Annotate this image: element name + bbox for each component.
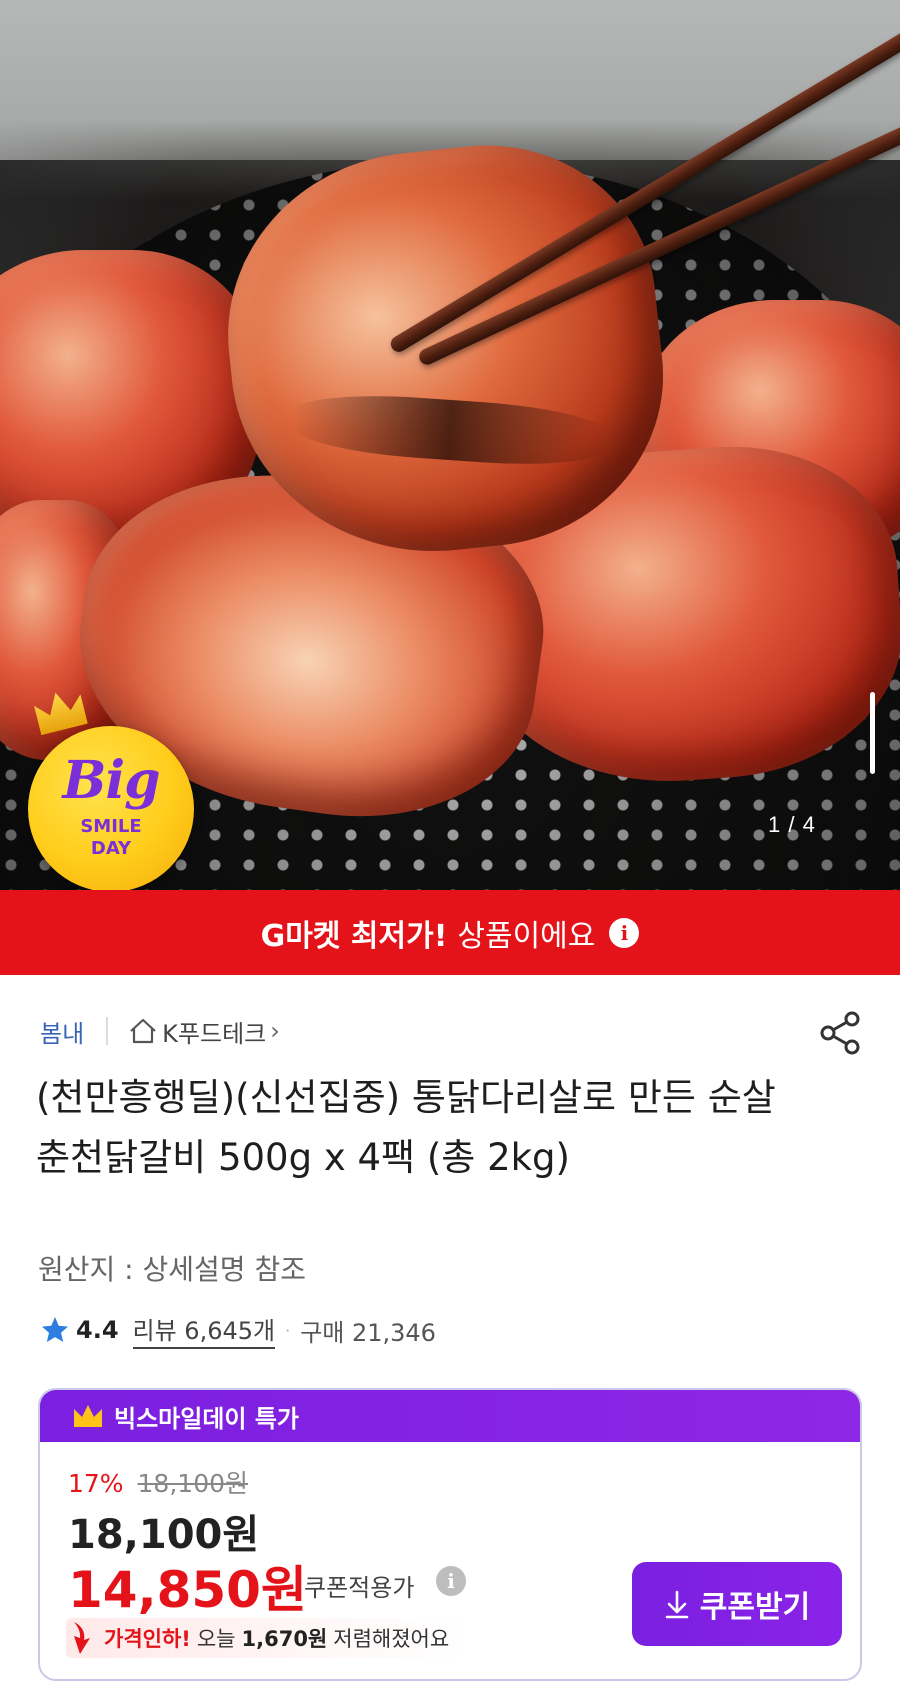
discount-percent: 17% — [68, 1469, 124, 1498]
scroll-indicator — [870, 692, 875, 774]
chevron-right-icon: › — [270, 1017, 280, 1045]
coupon-price-label: 쿠폰적용가 — [304, 1574, 415, 1602]
banner-strong-text: G마켓 최저가! — [260, 918, 448, 954]
original-price: 18,100원 — [137, 1469, 249, 1498]
price-drop-amount: 1,670원 — [241, 1627, 328, 1651]
badge-line1: SMILE — [80, 816, 142, 837]
separator: · — [285, 1320, 291, 1340]
price-card: 빅스마일데이 특가 17% 18,100원 18,100원 14,850원 쿠폰… — [38, 1388, 862, 1681]
badge-sub-text: SMILE DAY — [28, 816, 194, 860]
crown-icon — [74, 1405, 102, 1427]
price-drop-note: 가격인하! 오늘 1,670원 저렴해졌어요 — [66, 1618, 466, 1658]
image-counter: 1 / 4 — [768, 812, 816, 837]
share-icon[interactable] — [818, 1010, 864, 1056]
down-arrow-icon — [74, 1622, 90, 1654]
star-icon — [42, 1317, 68, 1342]
seller-row: 봄내 K푸드테크 › — [40, 1011, 280, 1051]
product-image[interactable]: Big SMILE DAY 1 / 4 — [0, 0, 900, 890]
badge-line2: DAY — [90, 838, 132, 859]
price-drop-text-before: 오늘 — [196, 1627, 236, 1651]
brand-link[interactable]: 봄내 — [40, 1014, 84, 1049]
product-title: (천만흥행딜)(신선집중) 통닭다리살로 만든 순살 춘천닭갈비 500g x … — [36, 1076, 776, 1179]
discount-line: 17% 18,100원 — [68, 1464, 248, 1500]
get-coupon-button[interactable]: 쿠폰받기 — [632, 1562, 842, 1646]
lowest-price-banner[interactable]: G마켓 최저가! 상품이에요 i — [0, 890, 900, 975]
home-icon — [130, 1018, 156, 1044]
badge-big-text: Big — [62, 750, 160, 811]
rating-row: 4.4 리뷰 6,645개 · 구매 21,346 — [40, 1310, 436, 1350]
origin-info: 원산지 : 상세설명 참조 — [38, 1253, 306, 1286]
info-icon[interactable]: i — [436, 1566, 466, 1596]
purchase-count: 구매 21,346 — [300, 1318, 436, 1347]
banner-text: 상품이에요 — [457, 918, 596, 954]
big-smile-day-badge: Big SMILE DAY — [28, 726, 194, 890]
review-link[interactable]: 리뷰 6,645개 — [132, 1311, 276, 1349]
price-card-header: 빅스마일데이 특가 — [40, 1390, 860, 1442]
store-link[interactable]: K푸드테크 — [162, 1014, 266, 1049]
download-icon — [665, 1590, 689, 1619]
coupon-price: 14,850원 — [68, 1561, 307, 1619]
price-drop-text-after: 저렴해졌어요 — [333, 1627, 450, 1651]
divider — [106, 1017, 109, 1045]
price-card-title: 빅스마일데이 특가 — [114, 1404, 299, 1433]
get-coupon-label: 쿠폰받기 — [699, 1590, 811, 1625]
info-icon[interactable]: i — [609, 917, 640, 948]
rating-score: 4.4 — [76, 1316, 119, 1344]
price-drop-lead: 가격인하! — [104, 1627, 191, 1651]
